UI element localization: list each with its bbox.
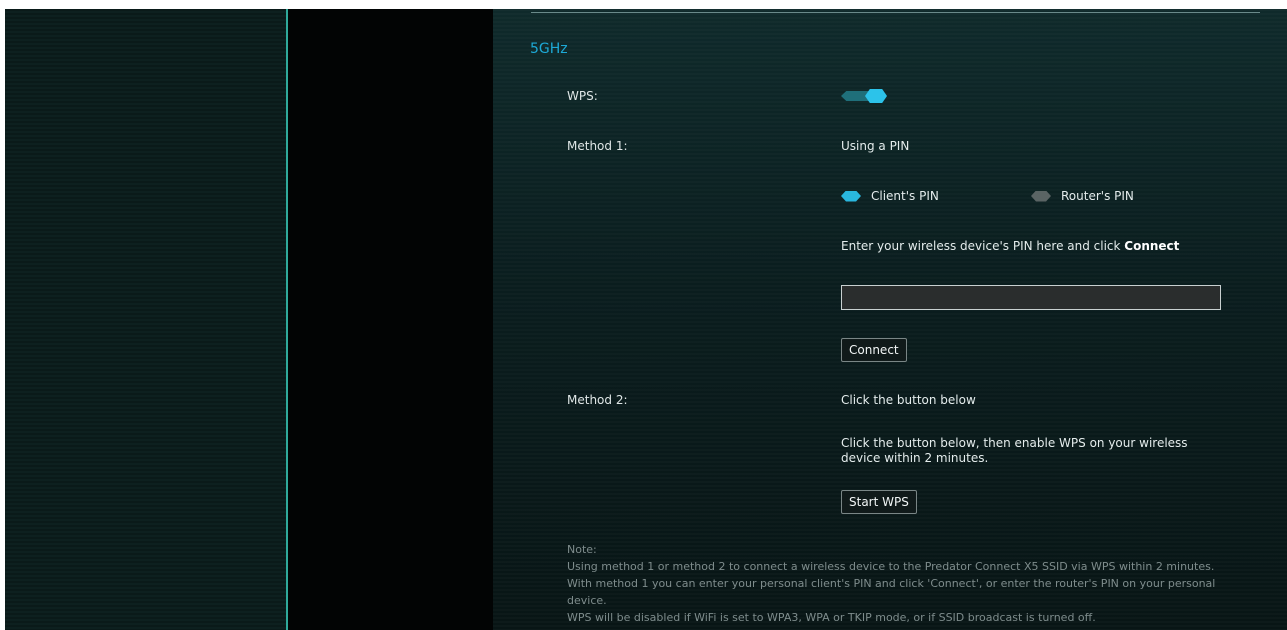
pin-instruction-text: Enter your wireless device's PIN here an… [841,239,1125,253]
method1-label: Method 1: [567,139,628,153]
wps-label: WPS: [567,89,598,103]
navigation-panel [5,9,288,630]
note-heading: Note: [567,543,597,556]
sidebar-column [288,9,493,630]
wps-settings-content: 5GHz WPS: Method 1: Using a PIN Client's… [493,9,1287,630]
wps-note: Note: Using method 1 or method 2 to conn… [567,541,1237,626]
pin-instruction-connect: Connect [1124,239,1180,253]
connect-button[interactable]: Connect [841,338,907,362]
method1-title: Using a PIN [841,139,910,153]
radio-clients-pin-label: Client's PIN [871,189,939,203]
radio-routers-pin-label: Router's PIN [1061,189,1134,203]
wps-toggle[interactable] [841,89,887,103]
band-section-title: 5GHz [530,41,568,57]
radio-routers-pin[interactable]: Router's PIN [1031,189,1134,203]
note-line-1: Using method 1 or method 2 to connect a … [567,560,1216,607]
note-line-2: WPS will be disabled if WiFi is set to W… [567,611,1096,624]
radio-selected-icon [841,190,861,202]
pin-input[interactable] [841,285,1221,310]
radio-clients-pin[interactable]: Client's PIN [841,189,939,203]
method2-description: Click the button below, then enable WPS … [841,436,1188,465]
method2-title: Click the button below [841,393,976,407]
pin-instruction: Enter your wireless device's PIN here an… [841,239,1179,254]
radio-unselected-icon [1031,190,1051,202]
section-divider [531,12,1260,13]
method2-label: Method 2: [567,393,628,407]
start-wps-button[interactable]: Start WPS [841,490,917,514]
router-settings-window: 5GHz WPS: Method 1: Using a PIN Client's… [5,9,1287,630]
